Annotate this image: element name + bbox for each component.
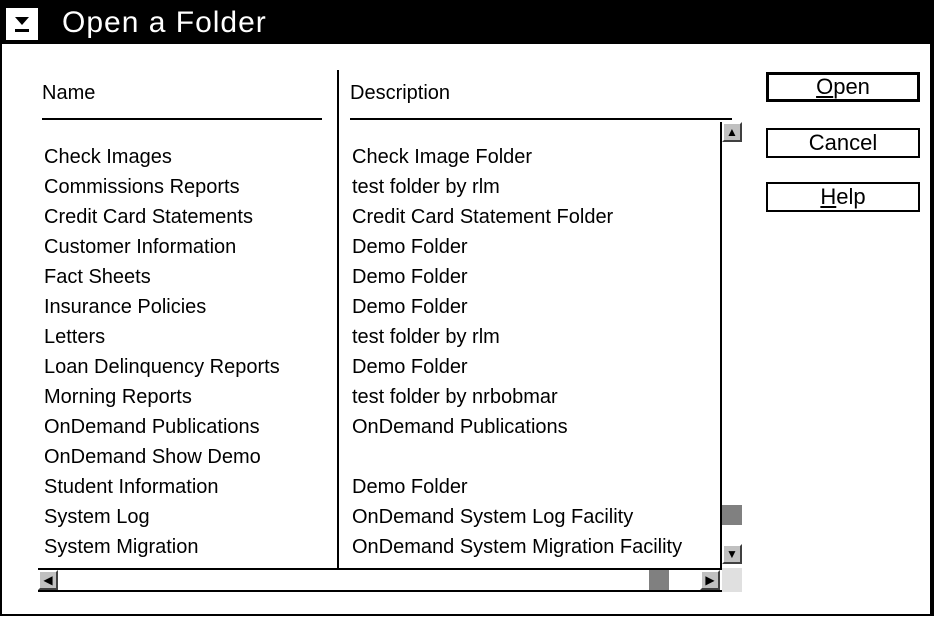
right-arrow-icon[interactable]: ▶ xyxy=(700,570,720,590)
folder-name: Check Images xyxy=(44,146,172,168)
folder-row[interactable]: Letters test folder by rlm xyxy=(38,322,720,352)
column-header-description: Description xyxy=(350,82,451,104)
folder-name: OnDemand Show Demo xyxy=(44,446,261,468)
folder-description: Demo Folder xyxy=(352,266,468,288)
title-bar[interactable]: Open a Folder xyxy=(2,2,930,44)
folder-name: Morning Reports xyxy=(44,386,192,408)
folder-name: Insurance Policies xyxy=(44,296,207,318)
folder-row[interactable]: Credit Card Statements Credit Card Statem… xyxy=(38,202,720,232)
system-menu-bar xyxy=(15,29,29,32)
folder-description: Check Image Folder xyxy=(352,146,533,168)
folder-description: Credit Card Statement Folder xyxy=(352,206,614,228)
open-button-rest: pen xyxy=(833,74,870,99)
folder-row[interactable]: OnDemand Publications OnDemand Publicatio… xyxy=(38,412,720,442)
folder-row[interactable]: Student Information Demo Folder xyxy=(38,472,720,502)
open-button[interactable]: Open xyxy=(766,72,920,102)
folder-description: Demo Folder xyxy=(352,356,468,378)
folder-name: Letters xyxy=(44,326,106,348)
folder-description: OnDemand System Migration Facility xyxy=(352,536,683,558)
help-button[interactable]: Help xyxy=(766,182,920,212)
folder-row[interactable]: Morning Reports test folder by nrbobmar xyxy=(38,382,720,412)
window-title: Open a Folder xyxy=(62,6,267,39)
description-header-underline xyxy=(350,118,732,120)
folder-name: System Migration xyxy=(44,536,199,558)
open-folder-dialog: Open a Folder Name Description Check Ima… xyxy=(0,0,934,616)
vertical-scrollbar[interactable]: ▲ ▼ xyxy=(720,122,742,568)
folder-name: Credit Card Statements xyxy=(44,206,253,228)
horizontal-scroll-thumb[interactable] xyxy=(649,570,669,590)
folder-row[interactable]: Commissions Reports test folder by rlm xyxy=(38,172,720,202)
down-arrow-icon[interactable]: ▼ xyxy=(722,544,742,564)
folder-name: Commissions Reports xyxy=(44,176,240,198)
folder-description: Demo Folder xyxy=(352,476,468,498)
folder-name: Loan Delinquency Reports xyxy=(44,356,280,378)
help-button-rest: elp xyxy=(836,184,866,209)
folder-description: Demo Folder xyxy=(352,296,468,318)
folder-name: Fact Sheets xyxy=(44,266,151,288)
folder-name: Customer Information xyxy=(44,236,237,258)
column-header-name: Name xyxy=(42,82,96,104)
folder-row[interactable]: System Log OnDemand System Log Facility xyxy=(38,502,720,532)
folder-row[interactable]: System Migration OnDemand System Migratio… xyxy=(38,532,720,562)
folder-row[interactable]: OnDemand Show Demo xyxy=(38,442,720,472)
folder-description: test folder by nrbobmar xyxy=(352,386,558,408)
folder-row[interactable]: Fact Sheets Demo Folder xyxy=(38,262,720,292)
folder-row[interactable]: Insurance Policies Demo Folder xyxy=(38,292,720,322)
name-header-underline xyxy=(42,118,322,120)
folder-name: OnDemand Publications xyxy=(44,416,260,438)
folder-name: Student Information xyxy=(44,476,219,498)
folder-list[interactable]: Check Images Check Image Folder Commission… xyxy=(38,142,720,570)
horizontal-scrollbar[interactable]: ◀ ▶ xyxy=(38,568,722,592)
help-button-mnemonic: H xyxy=(820,184,837,209)
folder-description: OnDemand Publications xyxy=(352,416,568,438)
system-menu-icon[interactable] xyxy=(4,6,40,42)
folder-name: System Log xyxy=(44,506,150,528)
scrollbar-corner xyxy=(722,568,742,592)
folder-description: Demo Folder xyxy=(352,236,468,258)
up-arrow-icon[interactable]: ▲ xyxy=(722,122,742,142)
folder-description: test folder by rlm xyxy=(352,326,500,348)
folder-row[interactable]: Check Images Check Image Folder xyxy=(38,142,720,172)
folder-description: test folder by rlm xyxy=(352,176,500,198)
vertical-scroll-thumb[interactable] xyxy=(722,505,742,525)
cancel-button[interactable]: Cancel xyxy=(766,128,920,158)
folder-description: OnDemand System Log Facility xyxy=(352,506,634,528)
system-menu-arrow xyxy=(15,17,29,25)
folder-row[interactable]: Loan Delinquency Reports Demo Folder xyxy=(38,352,720,382)
open-button-mnemonic: O xyxy=(816,74,834,99)
left-arrow-icon[interactable]: ◀ xyxy=(38,570,58,590)
folder-row[interactable]: Customer Information Demo Folder xyxy=(38,232,720,262)
